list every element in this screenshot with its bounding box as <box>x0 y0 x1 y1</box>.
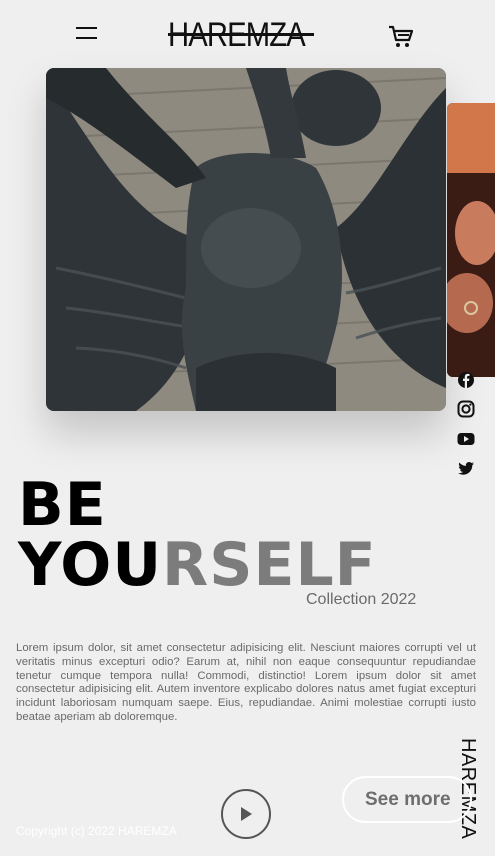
play-button[interactable] <box>221 789 271 839</box>
copyright-text: Copyright (c) 2022 HAREMZA <box>16 824 177 838</box>
description-text: Lorem ipsum dolor, sit amet consectetur … <box>16 642 476 723</box>
hamburger-menu-icon[interactable] <box>76 27 97 41</box>
shopping-cart-icon[interactable] <box>388 25 414 49</box>
header: HAREMZA <box>0 0 495 70</box>
angel-statue-illustration <box>46 68 446 411</box>
headline-rself: RSELF <box>162 530 377 600</box>
headline-you: YOU <box>18 530 163 600</box>
collection-label: Collection 2022 <box>306 591 417 608</box>
hero-image-angel-statue <box>46 68 446 411</box>
logo-strike-line <box>168 33 314 36</box>
play-icon <box>241 807 252 821</box>
see-more-button[interactable]: See more <box>342 776 472 823</box>
side-image-hands-ring[interactable] <box>447 103 495 377</box>
headline-yourself: YOURSELF <box>18 533 377 597</box>
twitter-icon[interactable] <box>457 460 475 478</box>
headline-be: BE <box>18 470 107 540</box>
hands-with-ring-illustration <box>447 103 495 377</box>
youtube-icon[interactable] <box>457 430 475 448</box>
facebook-icon[interactable] <box>457 371 475 389</box>
instagram-icon[interactable] <box>457 400 475 418</box>
